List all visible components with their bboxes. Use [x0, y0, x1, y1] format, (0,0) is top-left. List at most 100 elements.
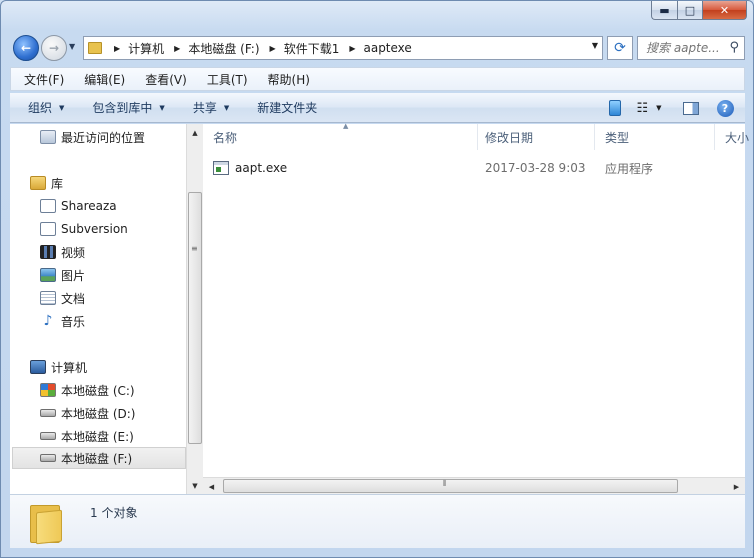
navigation-pane-scrollbar[interactable]: ▲ ≡ ▼ — [186, 124, 203, 494]
sidebar-item-pictures[interactable]: 图片 — [40, 264, 85, 286]
menu-tools[interactable]: 工具(T) — [200, 71, 255, 88]
chevron-down-icon[interactable]: ▼ — [656, 104, 661, 112]
column-header-type[interactable]: 类型 — [595, 124, 715, 150]
views-icon: ☷ — [636, 100, 649, 116]
pin-icon[interactable] — [605, 98, 625, 118]
sidebar-item-label: Subversion — [61, 222, 128, 236]
grip-icon: ⦀ — [443, 479, 447, 488]
menu-file[interactable]: 文件(F) — [17, 71, 71, 88]
sidebar-item-label: 本地磁盘 (F:) — [61, 451, 133, 466]
chevron-right-icon[interactable]: ▶ — [270, 44, 276, 53]
column-header-label: 修改日期 — [485, 130, 534, 145]
organize-button[interactable]: 组织 ▼ — [18, 99, 74, 116]
sidebar-item-label: 音乐 — [61, 314, 86, 329]
explorer-window: ▬ □ ✕ ← → ▼ ▶ 计算机 ▶ 本地磁盘 (F:) ▶ 软件下载1 ▶ aapt… — [0, 0, 754, 558]
close-button[interactable]: ✕ — [703, 1, 747, 20]
breadcrumb-aaptexe[interactable]: ▶ aaptexe — [341, 41, 413, 55]
scroll-down-button[interactable]: ▼ — [187, 477, 203, 494]
folder-icon — [30, 501, 66, 545]
scroll-left-button[interactable]: ◀ — [203, 478, 220, 495]
chevron-down-icon: ▼ — [159, 103, 165, 112]
address-history-dropdown[interactable]: ▼ — [592, 41, 598, 50]
breadcrumb-drive-f[interactable]: ▶ 本地磁盘 (F:) — [166, 40, 261, 57]
chevron-down-icon: ▼ — [223, 103, 230, 112]
scroll-up-button[interactable]: ▲ — [187, 124, 203, 141]
content-area: 最近访问的位置 库 Shareaza Subversion 视频 图片 文档 ♪… — [10, 122, 749, 494]
navigation-bar: ← → ▼ ▶ 计算机 ▶ 本地磁盘 (F:) ▶ 软件下载1 ▶ aaptexe ▼ … — [11, 33, 745, 61]
forward-button[interactable]: → — [41, 35, 67, 61]
sidebar-item-libraries[interactable]: 库 — [30, 172, 63, 194]
sidebar-item-drive-e[interactable]: 本地磁盘 (E:) — [40, 425, 134, 447]
sidebar-item-drive-c[interactable]: 本地磁盘 (C:) — [40, 379, 135, 401]
search-input[interactable] — [646, 41, 722, 55]
new-folder-label: 新建文件夹 — [257, 101, 318, 115]
sidebar-item-label: 图片 — [61, 268, 86, 283]
scrollbar-thumb[interactable] — [188, 192, 202, 444]
sidebar-item-drive-d[interactable]: 本地磁盘 (D:) — [40, 402, 135, 424]
sidebar-item-music[interactable]: ♪ 音乐 — [40, 310, 85, 332]
sidebar-item-label: Shareaza — [61, 199, 117, 213]
column-header-name[interactable]: 名称 ▲ — [203, 122, 478, 150]
back-button[interactable]: ← — [13, 35, 39, 61]
share-button[interactable]: 共享 ▼ — [183, 99, 239, 116]
sidebar-item-videos[interactable]: 视频 — [40, 241, 85, 263]
details-pane: 1 个对象 — [10, 494, 745, 548]
file-name: aapt.exe — [235, 161, 288, 175]
address-bar[interactable]: ▶ 计算机 ▶ 本地磁盘 (F:) ▶ 软件下载1 ▶ aaptexe ▼ — [83, 36, 603, 60]
sidebar-item-label: 计算机 — [51, 360, 88, 375]
breadcrumb-computer[interactable]: ▶ 计算机 — [106, 40, 166, 57]
navigation-pane: 最近访问的位置 库 Shareaza Subversion 视频 图片 文档 ♪… — [10, 124, 203, 494]
chevron-right-icon[interactable]: ▶ — [114, 44, 120, 53]
sidebar-item-documents[interactable]: 文档 — [40, 287, 85, 309]
help-button[interactable]: ? — [715, 98, 735, 118]
help-icon: ? — [716, 99, 734, 117]
grip-icon: ≡ — [191, 244, 198, 253]
sort-ascending-icon: ▲ — [343, 122, 349, 130]
scrollbar-thumb[interactable] — [223, 479, 678, 493]
search-box[interactable]: ⚲ — [637, 36, 745, 60]
view-controls: ☷ ▼ ? — [605, 98, 735, 118]
sidebar-item-subversion[interactable]: Subversion — [40, 218, 128, 240]
scroll-right-button[interactable]: ▶ — [728, 478, 745, 495]
column-header-label: 大小 — [725, 130, 750, 145]
drive-icon — [40, 432, 56, 440]
change-view-button[interactable]: ☷ ▼ — [636, 98, 661, 118]
sidebar-item-shareaza[interactable]: Shareaza — [40, 195, 117, 217]
recent-pages-dropdown[interactable]: ▼ — [69, 42, 79, 51]
magnifier-icon[interactable]: ⚲ — [729, 40, 739, 55]
sidebar-item-label: 本地磁盘 (E:) — [61, 429, 134, 444]
folder-icon — [88, 42, 102, 54]
sidebar-item-label: 库 — [51, 176, 64, 191]
include-in-library-button[interactable]: 包含到库中 ▼ — [82, 99, 174, 116]
computer-icon — [30, 360, 46, 374]
file-row[interactable]: aapt.exe 2017-03-28 9:03 应用程序 — [213, 157, 653, 179]
sidebar-item-label: 文档 — [61, 291, 86, 306]
video-icon — [40, 245, 56, 259]
document-library-icon — [40, 199, 56, 213]
maximize-button[interactable]: □ — [677, 1, 703, 20]
menu-view[interactable]: 查看(V) — [138, 71, 194, 88]
drive-icon — [40, 409, 56, 417]
sidebar-item-computer[interactable]: 计算机 — [30, 356, 87, 378]
file-list-horizontal-scrollbar[interactable]: ◀ ⦀ ▶ — [203, 477, 745, 494]
menu-edit[interactable]: 编辑(E) — [77, 71, 132, 88]
sidebar-item-recent-places[interactable]: 最近访问的位置 — [40, 126, 145, 148]
column-header-size[interactable]: 大小 — [715, 124, 754, 150]
chevron-right-icon[interactable]: ▶ — [174, 44, 180, 53]
chevron-right-icon[interactable]: ▶ — [349, 44, 355, 53]
breadcrumb-label: 软件下载1 — [283, 41, 340, 56]
new-folder-button[interactable]: 新建文件夹 — [247, 99, 327, 116]
preview-pane-button[interactable] — [681, 98, 701, 118]
include-in-library-label: 包含到库中 — [92, 101, 153, 115]
refresh-button[interactable]: ⟳ — [607, 36, 633, 60]
share-label: 共享 — [192, 101, 217, 115]
minimize-button[interactable]: ▬ — [651, 1, 677, 20]
breadcrumb-download-folder[interactable]: ▶ 软件下载1 — [262, 40, 342, 57]
caption-buttons: ▬ □ ✕ — [651, 1, 747, 20]
sidebar-item-label: 最近访问的位置 — [61, 130, 146, 145]
column-header-modified[interactable]: 修改日期 — [475, 124, 595, 150]
breadcrumb-label: 计算机 — [128, 41, 165, 56]
music-icon: ♪ — [43, 313, 53, 329]
sidebar-item-drive-f[interactable]: 本地磁盘 (F:) — [12, 447, 186, 469]
menu-help[interactable]: 帮助(H) — [261, 71, 317, 88]
